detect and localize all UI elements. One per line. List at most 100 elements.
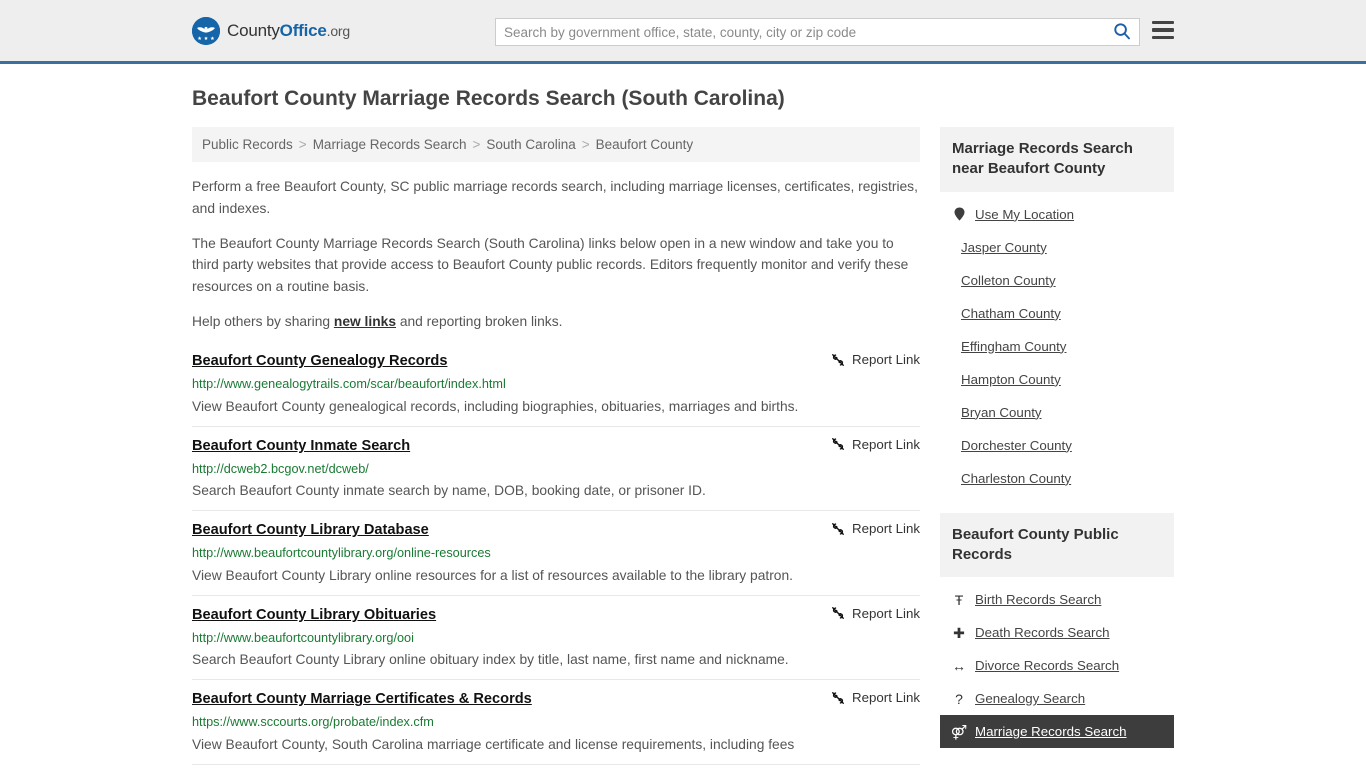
hamburger-bar <box>1152 28 1174 32</box>
public-record-link[interactable]: Marriage Records Search <box>975 724 1127 739</box>
breadcrumb-separator: > <box>581 137 590 153</box>
intro-section: Perform a free Beaufort County, SC publi… <box>192 176 920 332</box>
result-url[interactable]: http://www.beaufortcountylibrary.org/onl… <box>192 545 920 562</box>
split-arrows-icon: ↔ <box>952 657 966 674</box>
public-record-link[interactable]: Birth Records Search <box>975 592 1101 607</box>
nearby-county-item[interactable]: Use My Location <box>940 198 1174 231</box>
report-link-label: Report Link <box>852 436 920 452</box>
nearby-county-link[interactable]: Charleston County <box>961 471 1071 486</box>
nearby-county-item[interactable]: Jasper County <box>940 231 1174 264</box>
result-item: Beaufort County Library Obituaries Report… <box>192 596 920 681</box>
eagle-seal-icon <box>192 16 220 45</box>
nearby-county-item[interactable]: Bryan County <box>940 396 1174 429</box>
share-text-before: Help others by sharing <box>192 314 334 330</box>
logo-text-office: Office <box>279 20 327 40</box>
nearby-county-link[interactable]: Effingham County <box>961 339 1066 354</box>
breadcrumb-item-south-carolina[interactable]: South Carolina <box>486 137 575 152</box>
page-title: Beaufort County Marriage Records Search … <box>192 87 785 110</box>
result-title-link[interactable]: Beaufort County Library Database <box>192 521 429 540</box>
broken-link-icon <box>831 522 845 536</box>
public-record-link[interactable]: Death Records Search <box>975 625 1110 640</box>
sidebar: Marriage Records Search near Beaufort Co… <box>940 127 1174 766</box>
result-description: Search Beaufort County inmate search by … <box>192 483 706 499</box>
breadcrumb-item-public-records[interactable]: Public Records <box>202 137 293 152</box>
report-link-label: Report Link <box>852 521 920 537</box>
nearby-county-link[interactable]: Chatham County <box>961 306 1061 321</box>
nearby-county-link[interactable]: Use My Location <box>975 207 1074 222</box>
public-records-panel-heading: Beaufort County Public Records <box>940 512 1174 578</box>
result-title-link[interactable]: Beaufort County Library Obituaries <box>192 606 436 625</box>
nearby-county-link[interactable]: Jasper County <box>961 240 1047 255</box>
new-links-link[interactable]: new links <box>334 314 396 329</box>
nearby-county-link[interactable]: Bryan County <box>961 405 1042 420</box>
search-bar <box>495 18 1140 46</box>
nearby-county-item[interactable]: Chatham County <box>940 297 1174 330</box>
site-header: CountyOffice.org <box>0 0 1366 64</box>
intro-paragraph-2: The Beaufort County Marriage Records Sea… <box>192 235 909 294</box>
result-header: Beaufort County Library Obituaries Report… <box>192 606 920 625</box>
cross-icon: ✚ <box>953 624 965 641</box>
nearby-panel-heading: Marriage Records Search near Beaufort Co… <box>940 127 1174 192</box>
result-url[interactable]: http://dcweb2.bcgov.net/dcweb/ <box>192 461 920 478</box>
nearby-county-link[interactable]: Hampton County <box>961 372 1061 387</box>
result-url[interactable]: http://www.genealogytrails.com/scar/beau… <box>192 376 920 393</box>
public-records-list: Ŧ Birth Records Search ✚ Death Records Sear… <box>940 577 1174 749</box>
nearby-county-item[interactable]: Dorchester County <box>940 429 1174 462</box>
result-item: Beaufort County Marriage Certificates & … <box>192 680 920 765</box>
report-link-label: Report Link <box>852 605 920 621</box>
report-link-button[interactable]: Report Link <box>819 521 920 536</box>
report-link-button[interactable]: Report Link <box>819 606 920 621</box>
page-body: Beaufort County Marriage Records Search … <box>0 64 1366 766</box>
result-url[interactable]: http://www.beaufortcountylibrary.org/ooi <box>192 630 920 647</box>
result-description: View Beaufort County, South Carolina mar… <box>192 736 795 752</box>
report-link-label: Report Link <box>852 690 920 706</box>
nearby-county-item[interactable]: Charleston County <box>940 462 1174 495</box>
logo-text-org: .org <box>326 22 351 39</box>
nearby-county-item[interactable]: Effingham County <box>940 330 1174 363</box>
public-record-link[interactable]: Divorce Records Search <box>975 658 1119 673</box>
broken-link-icon <box>831 691 845 705</box>
hamburger-bar <box>1152 35 1174 39</box>
breadcrumb-item-marriage-records-search[interactable]: Marriage Records Search <box>313 137 467 152</box>
result-title-link[interactable]: Beaufort County Genealogy Records <box>192 352 447 371</box>
report-link-button[interactable]: Report Link <box>819 437 920 452</box>
share-text-after: and reporting broken links. <box>396 314 563 330</box>
report-link-label: Report Link <box>852 352 920 368</box>
result-item: Beaufort County Inmate Search Report Link… <box>192 427 920 512</box>
hamburger-bar <box>1152 21 1174 25</box>
nearby-county-item[interactable]: Hampton County <box>940 363 1174 396</box>
result-header: Beaufort County Genealogy Records Report … <box>192 352 920 371</box>
report-link-button[interactable]: Report Link <box>819 352 920 367</box>
nearby-county-link[interactable]: Colleton County <box>961 273 1056 288</box>
nearby-county-list: Use My Location Jasper County Colleton Cou… <box>940 192 1174 495</box>
result-title-link[interactable]: Beaufort County Inmate Search <box>192 437 410 456</box>
baby-icon: Ŧ <box>954 591 964 608</box>
nearby-county-item[interactable]: Colleton County <box>940 264 1174 297</box>
nearby-county-link[interactable]: Dorchester County <box>961 438 1072 453</box>
broken-link-icon <box>831 353 845 367</box>
site-logo[interactable]: CountyOffice.org <box>192 16 351 45</box>
public-record-item[interactable]: Ŧ Birth Records Search <box>940 583 1174 616</box>
result-url[interactable]: https://www.sccourts.org/probate/index.c… <box>192 714 920 731</box>
public-record-item[interactable]: ? Genealogy Search <box>940 682 1174 715</box>
public-record-item[interactable]: ⚤ Marriage Records Search <box>940 715 1174 749</box>
breadcrumb-item-beaufort-county[interactable]: Beaufort County <box>596 137 694 152</box>
public-record-item[interactable]: ✚ Death Records Search <box>940 616 1174 649</box>
hamburger-menu-icon[interactable] <box>1152 21 1174 39</box>
result-description: Search Beaufort County Library online ob… <box>192 652 789 668</box>
result-description: View Beaufort County Library online reso… <box>192 567 793 583</box>
broken-link-icon <box>831 606 845 620</box>
result-title-link[interactable]: Beaufort County Marriage Certificates & … <box>192 690 532 709</box>
result-header: Beaufort County Inmate Search Report Link <box>192 437 920 456</box>
breadcrumb: Public Records > Marriage Records Search… <box>192 127 920 163</box>
public-record-item[interactable]: ↔ Divorce Records Search <box>940 649 1174 682</box>
intro-paragraph-3: Help others by sharing new links and rep… <box>192 311 920 332</box>
search-button[interactable] <box>1105 19 1139 45</box>
breadcrumb-separator: > <box>298 137 307 153</box>
public-record-link[interactable]: Genealogy Search <box>975 691 1085 706</box>
report-link-button[interactable]: Report Link <box>819 690 920 705</box>
male-female-icon: ⚤ <box>950 723 968 740</box>
intro-paragraph-1: Perform a free Beaufort County, SC publi… <box>192 179 918 216</box>
search-input[interactable] <box>496 19 1105 45</box>
logo-text-county: County <box>227 20 280 40</box>
